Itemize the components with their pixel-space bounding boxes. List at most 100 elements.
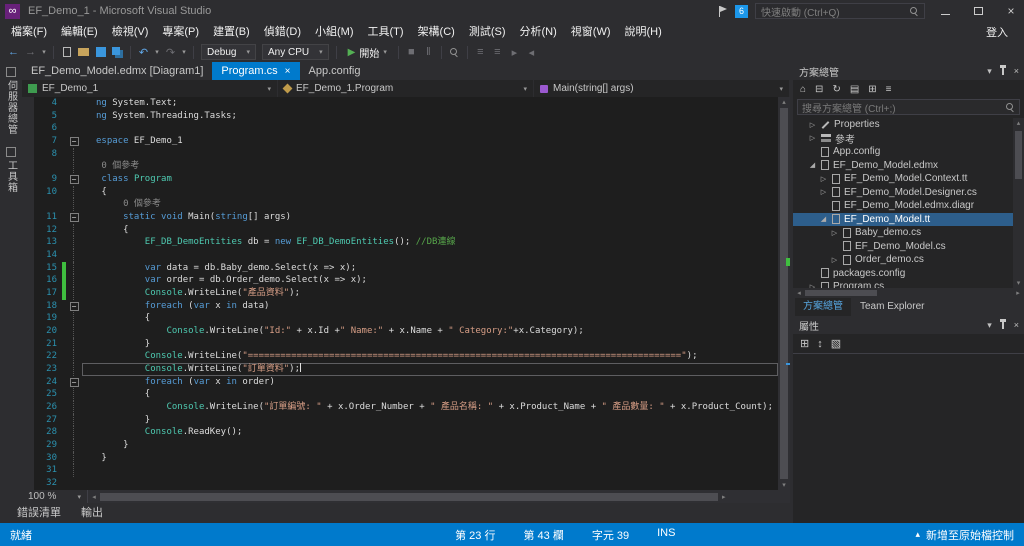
platform-select[interactable]: Any CPU ▾ (261, 44, 329, 60)
find-in-files-icon[interactable] (447, 44, 462, 60)
breakpoint-margin[interactable] (22, 211, 34, 224)
scroll-right-icon[interactable]: ▸ (1012, 289, 1024, 297)
view-code-icon[interactable]: ≡ (886, 84, 892, 95)
property-pages-icon[interactable]: ▧ (831, 337, 841, 350)
document-tab[interactable]: Program.cs × (212, 62, 300, 80)
tree-expand-icon[interactable]: ◢ (808, 161, 817, 169)
breakpoint-margin[interactable] (22, 401, 34, 414)
tree-item[interactable]: ▷ EF_Demo_Model.Designer.cs (793, 186, 1024, 200)
code-row[interactable]: 10 { (22, 185, 778, 199)
menu-item[interactable]: 檢視(V) (105, 22, 156, 42)
new-project-icon[interactable] (59, 44, 74, 60)
solution-explorer-search[interactable]: 搜尋方案總管 (Ctrl+;) (797, 99, 1020, 115)
code-row[interactable]: 28 Console.ReadKey(); (22, 426, 778, 440)
member-dropdown[interactable]: Main(string[] args) ▾ (534, 80, 790, 97)
tree-expand-icon[interactable]: ▷ (808, 121, 817, 129)
comment-icon[interactable]: ≡ (473, 44, 488, 60)
alphabetical-icon[interactable]: ↕ (817, 338, 823, 350)
navigation-dropdown-icon[interactable]: ▾ (40, 44, 48, 60)
scrollbar-thumb[interactable] (780, 108, 790, 479)
close-icon[interactable]: × (1014, 66, 1019, 76)
codelens-row[interactable]: 0 個參考 (22, 160, 778, 174)
codelens-references[interactable]: 0 個參考 (101, 160, 139, 173)
breakpoint-margin[interactable] (22, 413, 34, 427)
window-position-icon[interactable]: ▾ (987, 66, 992, 77)
code-row[interactable]: 30 } (22, 451, 778, 465)
menu-item[interactable]: 專案(P) (155, 22, 206, 42)
code-row[interactable]: 8 (22, 147, 778, 161)
scroll-up-icon[interactable]: ▴ (782, 97, 786, 107)
indent-icon[interactable]: ▸ (507, 44, 522, 60)
add-to-source-control-button[interactable]: ▴ 新增至原始檔控制 (915, 527, 1014, 543)
breakpoint-margin[interactable] (22, 109, 34, 123)
collapse-region-icon[interactable]: − (69, 301, 79, 311)
menu-item[interactable]: 視窗(W) (564, 22, 618, 42)
notification-badge[interactable]: 6 (735, 4, 748, 18)
code-row[interactable]: 5 ng System.Threading.Tasks; (22, 109, 778, 123)
panel-tab[interactable]: 錯誤清單 (8, 503, 70, 523)
code-editor[interactable]: 4 ng System.Text; 5 ng System.Threading.Tas… (22, 97, 790, 490)
tree-item[interactable]: ◢ EF_Demo_Model.edmx (793, 159, 1024, 173)
scrollbar-thumb[interactable] (100, 492, 718, 501)
explorer-bottom-tab[interactable]: 方案總管 (795, 298, 851, 316)
title-bar[interactable]: ∞ EF_Demo_1 - Microsoft Visual Studio 6 … (0, 0, 1024, 22)
feedback-flag-icon[interactable] (719, 5, 728, 17)
start-debug-button[interactable]: ▶ 開始 ▾ (342, 44, 393, 60)
menu-item[interactable]: 建置(B) (206, 22, 257, 42)
code-row[interactable]: 18 − foreach (var x in data) (22, 299, 778, 313)
code-row[interactable]: 29 } (22, 439, 778, 452)
close-icon[interactable]: × (1014, 320, 1019, 330)
tree-expand-icon[interactable]: ▷ (819, 175, 828, 183)
code-row[interactable]: 17 Console.WriteLine("產品資料"); (22, 287, 778, 300)
code-row[interactable]: 22 Console.WriteLine("==================… (22, 350, 778, 364)
properties-icon[interactable]: ⊞ (868, 84, 876, 95)
project-dropdown[interactable]: EF_Demo_1 ▾ (22, 80, 278, 97)
code-row[interactable]: 16 var order = db.Order_demo.Select(x =>… (22, 274, 778, 288)
home-icon[interactable]: ⌂ (800, 84, 806, 95)
scroll-down-icon[interactable]: ▾ (1017, 278, 1021, 288)
code-row[interactable]: 25 { (22, 388, 778, 402)
tree-item[interactable]: EF_Demo_Model.edmx.diagr (793, 199, 1024, 213)
undo-dropdown-icon[interactable]: ▾ (153, 44, 161, 60)
tree-item[interactable]: ▷ Program.cs (793, 280, 1024, 288)
tree-expand-icon[interactable]: ▷ (830, 229, 839, 237)
breakpoint-margin[interactable] (22, 173, 34, 186)
properties-header[interactable]: 屬性 ▾ × (793, 316, 1024, 334)
tree-expand-icon[interactable]: ▷ (819, 188, 828, 196)
quick-launch-search[interactable]: 快速啟動 (Ctrl+Q) (755, 3, 925, 19)
breakpoint-margin[interactable] (22, 375, 34, 389)
code-row[interactable]: 6 (22, 122, 778, 136)
breakpoint-margin[interactable] (22, 97, 34, 110)
type-dropdown[interactable]: EF_Demo_1.Program ▾ (278, 80, 534, 97)
breakpoint-margin[interactable] (22, 287, 34, 300)
code-row[interactable]: 20 Console.WriteLine("Id:" + x.Id +" Nam… (22, 325, 778, 338)
tree-item[interactable]: ▷ Properties (793, 118, 1024, 132)
breakpoint-margin[interactable] (22, 160, 34, 174)
scrollbar-thumb[interactable] (805, 290, 877, 296)
tab-close-icon[interactable]: × (285, 66, 291, 77)
scroll-right-icon[interactable]: ▸ (718, 493, 730, 501)
redo-dropdown-icon[interactable]: ▾ (180, 44, 188, 60)
explorer-bottom-tab[interactable]: Team Explorer (852, 298, 932, 316)
toolbox-tab[interactable]: 工具箱 (4, 147, 19, 193)
editor-vertical-scrollbar[interactable]: ▴ ▾ (778, 97, 790, 490)
tree-item[interactable]: EF_Demo_Model.cs (793, 240, 1024, 254)
breakpoint-margin[interactable] (22, 451, 34, 465)
menu-item[interactable]: 編輯(E) (54, 22, 105, 42)
tree-item[interactable]: ▷ 參考 (793, 132, 1024, 145)
maximize-button[interactable] (965, 1, 991, 21)
code-row[interactable]: 4 ng System.Text; (22, 97, 778, 110)
sign-in-button[interactable]: 登入 (986, 24, 1024, 40)
menu-item[interactable]: 測試(S) (462, 22, 513, 42)
outdent-icon[interactable]: ◂ (524, 44, 539, 60)
code-row[interactable]: 9 − class Program (22, 173, 778, 186)
tree-expand-icon[interactable]: ▷ (808, 283, 817, 288)
breakpoint-margin[interactable] (22, 439, 34, 452)
solution-explorer-header[interactable]: 方案總管 ▾ × (793, 62, 1024, 80)
minimize-button[interactable] (932, 1, 958, 21)
tree-item[interactable]: ▷ Baby_demo.cs (793, 226, 1024, 240)
menu-item[interactable]: 檔案(F) (4, 22, 54, 42)
scrollbar-thumb[interactable] (1015, 131, 1022, 179)
breakpoint-margin[interactable] (22, 299, 34, 313)
scroll-left-icon[interactable]: ◂ (793, 289, 805, 297)
